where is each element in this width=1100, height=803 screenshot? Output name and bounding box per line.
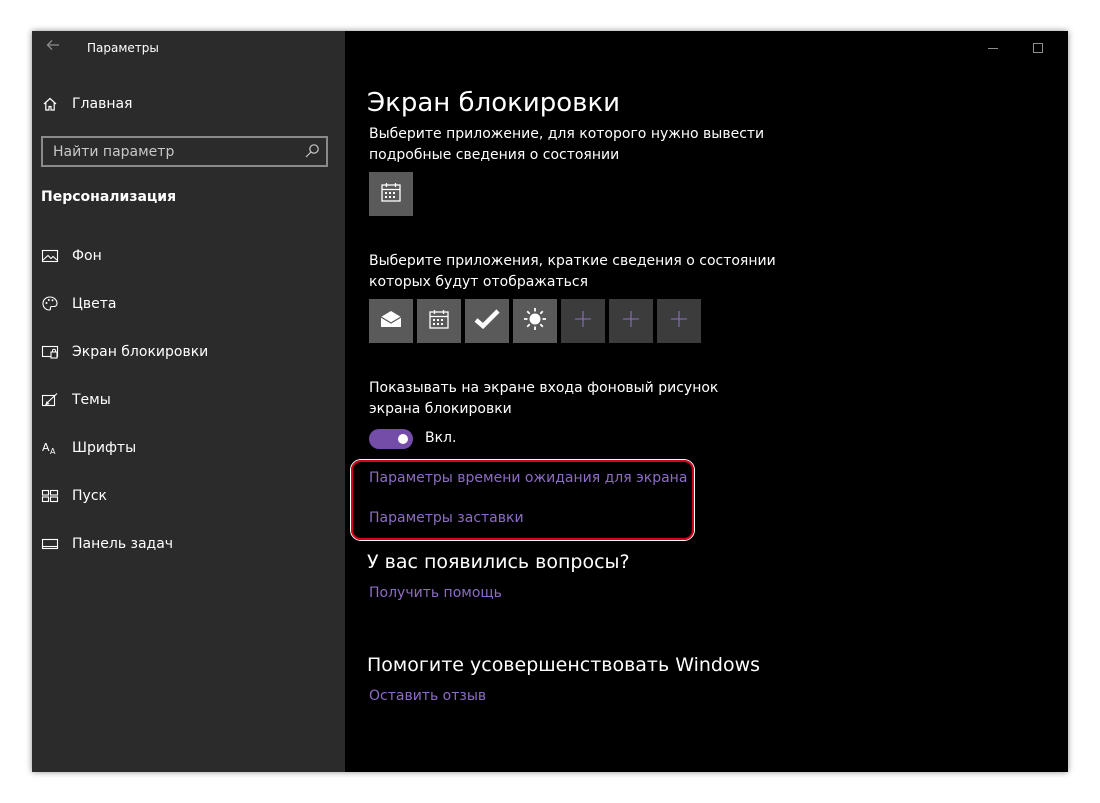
calendar-icon [428, 308, 450, 334]
sidebar-item-taskbar[interactable]: Панель задач [32, 527, 345, 561]
sidebar-item-label: Темы [72, 392, 111, 408]
sidebar-item-start[interactable]: Пуск [32, 479, 345, 513]
add-app-button[interactable] [561, 299, 605, 343]
detailed-status-description: Выберите приложение, для которого нужно … [369, 126, 765, 163]
quick-status-tile-tasks[interactable] [465, 299, 509, 343]
add-app-button[interactable] [657, 299, 701, 343]
palette-icon [40, 294, 60, 314]
plus-icon [670, 310, 688, 332]
page-title: Экран блокировки [367, 88, 621, 118]
improve-heading: Помогите усовершенствовать Windows [367, 654, 761, 676]
screensaver-link[interactable]: Параметры заставки [369, 510, 524, 526]
sidebar-item-themes[interactable]: Темы [32, 383, 345, 417]
get-help-link[interactable]: Получить помощь [369, 585, 502, 601]
calendar-icon [380, 181, 402, 207]
app-title: Параметры [87, 41, 159, 55]
main-content: Экран блокировки Выберите приложение, дл… [345, 31, 1068, 772]
feedback-link[interactable]: Оставить отзыв [369, 688, 486, 704]
sidebar-item-label: Экран блокировки [72, 344, 209, 360]
sidebar-item-label: Главная [72, 96, 133, 112]
sidebar-item-label: Пуск [72, 488, 107, 504]
sidebar-item-lock-screen[interactable]: Экран блокировки [32, 335, 345, 369]
sidebar-item-label: Цвета [72, 296, 117, 312]
sidebar-item-background[interactable]: Фон [32, 239, 345, 273]
settings-window: Параметры Главная Персонализация Фон Цв [32, 31, 1068, 772]
themes-icon [40, 390, 60, 410]
search-icon[interactable] [304, 143, 320, 159]
signin-background-toggle[interactable] [369, 429, 413, 449]
sidebar-item-label: Фон [72, 248, 102, 264]
sidebar-item-fonts[interactable]: AA Шрифты [32, 431, 345, 465]
minimize-icon[interactable] [970, 35, 1016, 61]
detailed-status-app-tile[interactable] [369, 172, 413, 216]
sidebar: Параметры Главная Персонализация Фон Цв [32, 31, 345, 772]
quick-status-tile-mail[interactable] [369, 299, 413, 343]
quick-status-tile-calendar[interactable] [417, 299, 461, 343]
section-title: Персонализация [41, 189, 177, 205]
checkmark-icon [474, 309, 500, 333]
search-box[interactable] [41, 136, 328, 167]
sidebar-item-label: Панель задач [72, 536, 174, 552]
plus-icon [622, 310, 640, 332]
start-icon [40, 486, 60, 506]
quick-status-description: Выберите приложения, краткие сведения о … [369, 253, 776, 290]
plus-icon [574, 310, 592, 332]
svg-text:A: A [42, 441, 50, 454]
fonts-icon: AA [40, 438, 60, 458]
mail-icon [379, 309, 403, 333]
lock-screen-icon [40, 342, 60, 362]
screen-timeout-link[interactable]: Параметры времени ожидания для экрана [369, 470, 687, 486]
sidebar-item-colors[interactable]: Цвета [32, 287, 345, 321]
toggle-knob [398, 434, 408, 444]
close-icon[interactable] [1060, 35, 1068, 61]
add-app-button[interactable] [609, 299, 653, 343]
svg-text:A: A [50, 447, 56, 456]
home-icon [40, 94, 60, 114]
sidebar-item-home[interactable]: Главная [32, 87, 345, 121]
toggle-state-label: Вкл. [425, 430, 457, 446]
quick-status-tile-weather[interactable] [513, 299, 557, 343]
maximize-icon[interactable] [1015, 35, 1061, 61]
taskbar-icon [40, 534, 60, 554]
sidebar-item-label: Шрифты [72, 440, 137, 456]
signin-background-label: Показывать на экране входа фоновый рисун… [369, 380, 719, 417]
questions-heading: У вас появились вопросы? [367, 551, 630, 573]
weather-sun-icon [523, 307, 547, 335]
search-input[interactable] [43, 138, 303, 165]
picture-icon [40, 246, 60, 266]
back-arrow-icon[interactable] [42, 37, 64, 59]
